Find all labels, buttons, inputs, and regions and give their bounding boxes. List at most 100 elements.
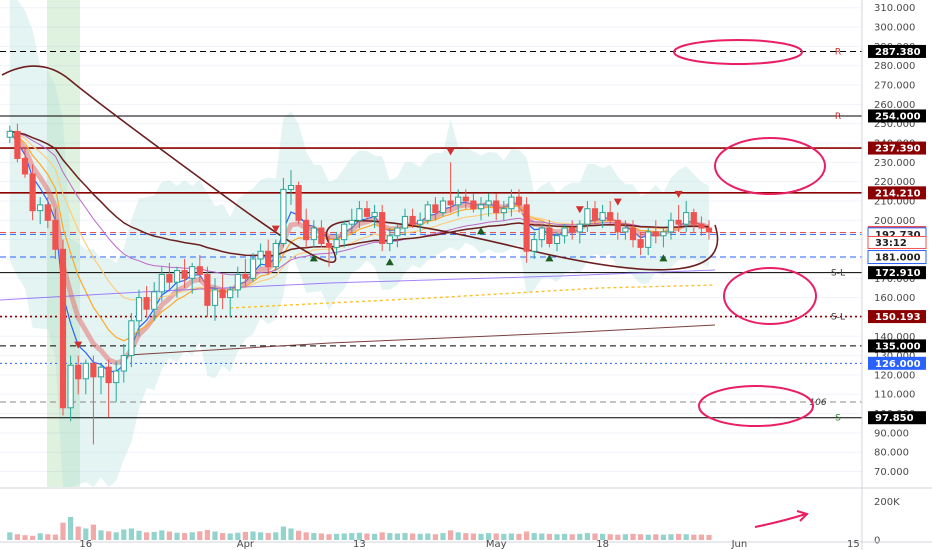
volume-bar [265,533,271,540]
price-level-tag-label: 214.210 [875,188,921,199]
price-tick-label: 70.000 [874,467,909,478]
level-marker: R [835,47,841,57]
candle-body [318,227,325,245]
volume-bar [182,533,188,540]
candle-body [394,227,401,237]
candle-body [82,362,89,380]
price-tick-label: 310.000 [874,3,915,14]
volume-bar [410,533,416,540]
volume-bar [470,533,476,540]
candle-body [417,219,424,225]
candle-body [113,370,120,384]
candle-body [280,188,287,244]
candle-body [272,243,279,268]
price-chart[interactable]: RRS-LS-L106S 70.00080.00090.000100.00011… [0,0,932,550]
candle-body [59,248,67,409]
candle-body [629,227,637,241]
volume-bar [341,533,347,540]
candle-body [143,297,150,310]
candle-body [675,219,682,225]
price-tick-label: 300.000 [874,23,915,34]
candle-body [546,227,553,245]
candle-body [591,208,599,221]
volume-bar [7,532,13,540]
volume-bar [676,533,682,540]
time-tick-label: 15 [847,539,860,550]
volume-bar [622,534,628,540]
candle-body [44,204,51,221]
candle-body [645,231,652,248]
time-tick-label: Apr [237,539,255,550]
price-level-tag-label: 254.000 [875,111,921,122]
volume-bar [394,533,400,540]
candle-body [477,204,485,210]
volume-bar [121,529,127,540]
candle-body [287,185,295,190]
volume-bar [546,533,552,540]
volume-bar [691,534,697,540]
candle-body [379,212,386,244]
volume-bar [531,533,537,540]
candle-body [204,273,211,306]
volume-bar [326,534,332,540]
price-level-tag-label: 126.000 [875,359,921,370]
volume-tick-label: 0 [874,536,880,547]
volume-bar [524,531,530,540]
candle-body [181,270,188,279]
volume-bar [432,534,438,540]
candle-body [538,227,545,241]
price-tick-label: 90.000 [874,428,909,439]
price-tick-label: 270.000 [874,81,915,92]
candle-body [166,273,173,283]
price-level-tag-label: 181.000 [875,253,921,264]
candle-body [348,219,355,225]
volume-bar [645,534,651,540]
countdown-label: 33:12 [875,238,907,249]
candle-body [561,227,568,237]
volume-bar [402,533,408,540]
candle-body [356,208,363,221]
candle-body [485,200,492,206]
candle-body [90,362,97,378]
candle-body [105,366,112,384]
volume-bar [539,533,545,540]
volume-bar [296,530,302,540]
volume-bar [455,532,461,540]
volume-bar [660,534,666,540]
candle-body [52,219,59,250]
volume-bar [60,522,66,540]
volume-bar [554,534,560,540]
candle-body [553,235,561,244]
candle-body [6,130,13,138]
level-marker: R [835,112,841,122]
volume-bar [288,528,294,540]
candle-body [257,250,264,260]
candle-body [455,196,462,206]
volume-bar [417,533,423,540]
volume-bar [508,533,514,540]
candle-body [637,239,644,248]
candle-body [14,130,21,159]
volume-bar [683,534,689,540]
volume-bar [174,532,180,540]
level-marker: S-L [831,269,845,279]
volume-bar [425,533,431,540]
candle-body [667,219,675,233]
candle-body [508,196,515,210]
candle-body [135,297,143,322]
volume-bar [478,533,484,540]
volume-bar [227,533,233,540]
time-tick-label: Jun [731,539,748,550]
time-tick-label: 13 [353,539,366,550]
candle-body [500,208,507,214]
candle-body [151,291,158,310]
candle-body [515,196,523,206]
candle-body [599,212,606,221]
candle-body [462,196,469,202]
volume-bar [98,530,104,540]
volume-bar [303,532,309,540]
candle-body [470,200,477,210]
candle-body [21,157,29,175]
candle-body [219,289,226,299]
volume-bar [37,533,43,540]
